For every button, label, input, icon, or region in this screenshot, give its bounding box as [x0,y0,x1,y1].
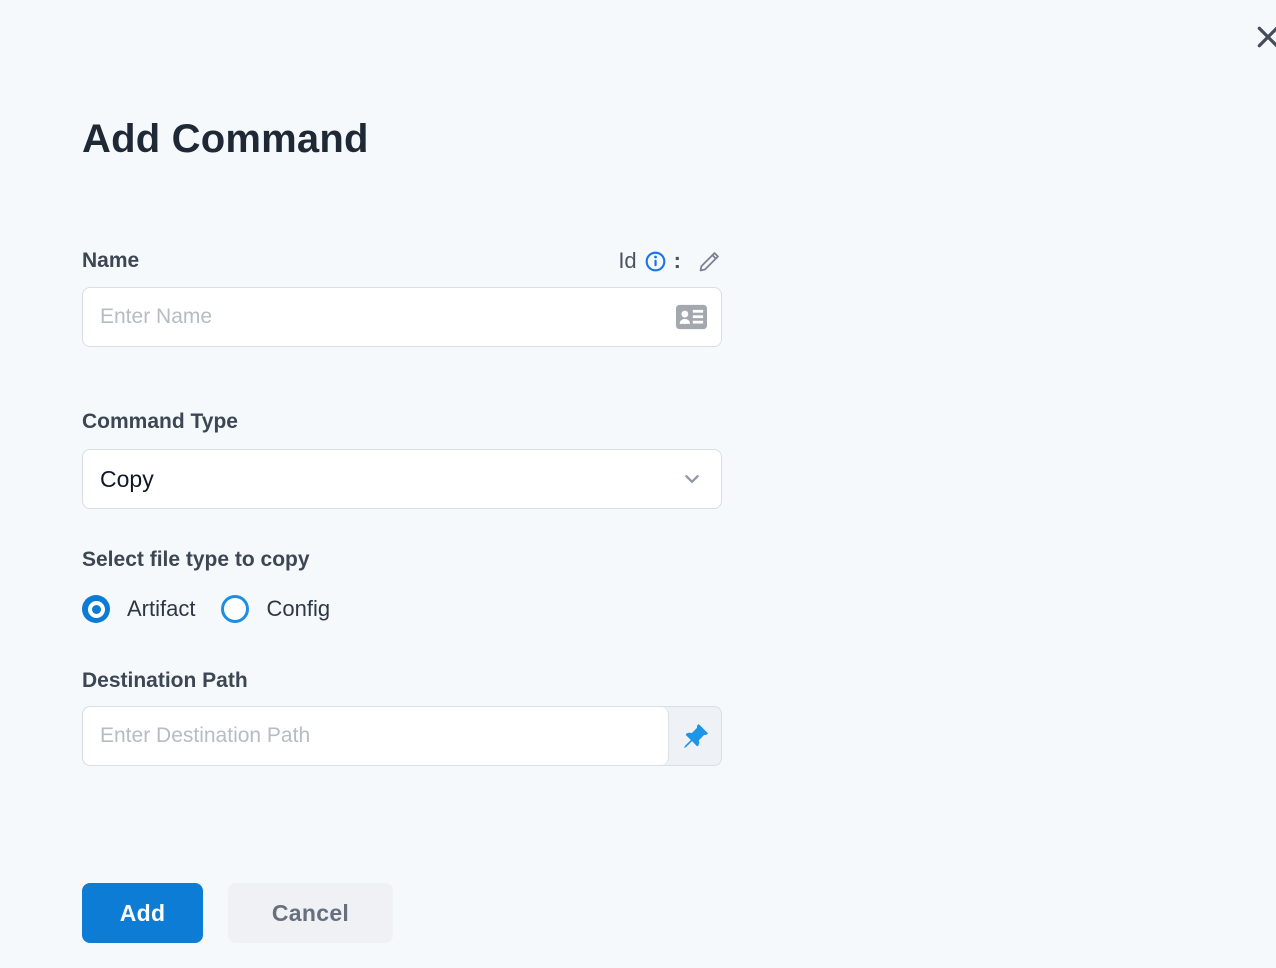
add-button[interactable]: Add [82,883,203,943]
cancel-button[interactable]: Cancel [228,883,393,943]
contact-card-icon [676,304,707,330]
command-type-value: Copy [100,465,154,492]
destination-input[interactable] [83,707,669,765]
radio-label-artifact[interactable]: Artifact [127,596,195,622]
add-command-panel: Add Command Name Id : Enter Name Command… [82,0,722,943]
radio-selected-icon[interactable] [82,595,110,623]
id-colon: : [673,248,681,273]
command-type-label: Command Type [82,410,238,433]
info-icon[interactable] [645,251,666,272]
edit-pencil-icon[interactable] [697,249,722,274]
name-label: Name [82,249,140,272]
id-group: Id : [618,248,722,274]
radio-label-config[interactable]: Config [266,596,330,622]
actions-row: Add Cancel [82,883,722,943]
destination-input-wrap [82,706,722,766]
chevron-down-icon [683,470,701,488]
name-label-row: Name Id : [82,248,722,274]
pushpin-icon [683,723,708,748]
name-input[interactable] [82,287,722,347]
close-icon[interactable] [1255,24,1276,50]
page-title: Add Command [82,117,369,161]
radio-option-artifact[interactable]: Artifact [82,595,195,623]
name-input-wrap [82,287,722,347]
command-type-select[interactable]: Copy [82,449,722,509]
radio-option-config[interactable]: Config [221,595,330,623]
file-type-radio-group: Artifact Config [82,595,722,623]
radio-unselected-icon[interactable] [221,595,250,623]
id-label: Id [618,248,637,273]
pin-button[interactable] [669,707,721,765]
file-type-label: Select file type to copy [82,548,310,571]
destination-path-label: Destination Path [82,669,248,692]
